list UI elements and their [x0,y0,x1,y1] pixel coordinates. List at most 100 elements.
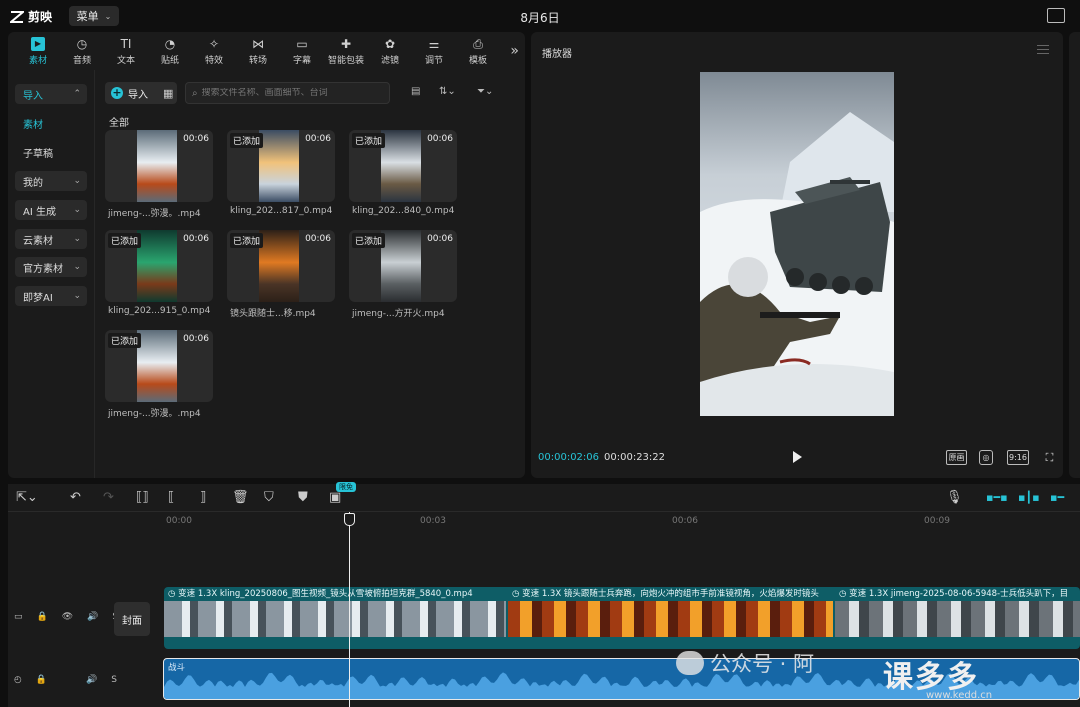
tab-label: 模板 [468,55,487,66]
tab-template[interactable]: ⎙ 模板 [456,32,500,70]
video-clip-2[interactable] [508,601,833,637]
tab-media[interactable]: ▶ 素材 [16,32,60,70]
sidebar-item-jimeng[interactable]: 即梦AI ⌄ [15,286,87,306]
tab-subtitle[interactable]: ▭ 字幕 [280,32,324,70]
lock-icon[interactable]: 🔒 [36,675,47,685]
tab-label: 文本 [116,55,135,66]
filter-icon[interactable]: ⏷⌄ [477,86,493,97]
media-content: + 导入 ▦ ⌕ ▤ ⇅⌄ ⏷⌄ 全部 00:06 jimeng-...弥漫。.m… [95,70,525,478]
tab-audio[interactable]: ◷ 音频 [60,32,104,70]
tab-sticker[interactable]: ◔ 贴纸 [148,32,192,70]
link-main-track-icon[interactable]: ▪━▪ [986,490,1008,506]
grid-view-icon[interactable]: ▤ [411,86,420,97]
added-badge: 已添加 [108,233,142,248]
fullscreen-icon[interactable]: ⛶ [1043,450,1056,465]
media-thumbnail [137,330,177,402]
tab-smart-pack[interactable]: ✚ 智能包装 [324,32,368,70]
split-icon[interactable]: ⟦⟧ [136,490,149,506]
eye-icon[interactable]: 👁 [62,612,73,622]
qr-grid-icon[interactable]: ▦ [163,87,173,100]
undo-icon[interactable]: ↶ [70,490,81,506]
sidebar-item-material[interactable]: 素材 [15,113,87,133]
tab-label: 特效 [204,55,223,66]
media-duration: 00:06 [183,234,209,244]
media-card[interactable]: 00:06 [105,130,213,202]
playhead-handle[interactable] [344,513,355,526]
media-duration: 00:06 [427,134,453,144]
tab-transition[interactable]: ⋈ 转场 [236,32,280,70]
total-time: 00:00:23:22 [604,452,666,463]
current-time: 00:00:02:06 [538,452,600,463]
media-icon: ▶ [31,36,45,51]
tab-adjust[interactable]: ⚌ 调节 [412,32,456,70]
split-left-icon[interactable]: ⟦ [168,490,174,506]
media-card[interactable]: 00:06 已添加 [349,130,457,202]
tab-filter[interactable]: ✿ 滤镜 [368,32,412,70]
effects-icon: ✧ [208,36,220,51]
video-clip-1[interactable] [164,601,506,637]
aspect-ratio-button[interactable]: 9:16 [1007,450,1029,465]
playhead[interactable] [349,512,350,707]
media-card[interactable]: 00:06 已添加 [105,230,213,302]
chevron-down-icon: ⌄ [73,205,81,215]
play-icon[interactable] [793,451,802,463]
media-card[interactable]: 00:06 已添加 [349,230,457,302]
magnet-icon[interactable]: ▪┃▪ [1018,490,1040,506]
import-button[interactable]: + 导入 ▦ [105,82,177,104]
split-right-icon[interactable]: ⟧ [200,490,206,506]
microphone-icon[interactable]: 🎙 [946,490,963,506]
media-duration: 00:06 [183,334,209,344]
chevron-down-icon: ⌄ [73,262,81,272]
sidebar-item-official[interactable]: 官方素材 ⌄ [15,257,87,277]
sidebar-item-ai-generate[interactable]: AI 生成 ⌄ [15,200,87,220]
redo-icon[interactable]: ↷ [103,490,114,506]
player-title: 播放器 [542,49,572,60]
ruler-tick-label: 00:03 [420,516,446,526]
media-thumbnail [259,230,299,302]
ai-edit-icon[interactable]: ▣ [329,490,341,506]
wechat-icon [676,651,704,675]
media-card[interactable]: 00:06 已添加 [227,130,335,202]
fit-icon[interactable]: ◎ [979,450,993,465]
sidebar-item-cloud[interactable]: 云素材 ⌄ [15,229,87,249]
volume-icon[interactable]: 🔊 [87,612,98,622]
original-quality-button[interactable]: 原画 [946,450,967,465]
sort-icon[interactable]: ⇅⌄ [439,86,456,97]
sidebar-item-subdraft[interactable]: 子草稿 [15,142,87,162]
clip-label: ◷ 变速 1.3X jimeng-2025-08-06-5948-士兵低头趴下，… [839,589,1069,599]
text-icon: TI [120,36,132,51]
free-badge: 限免 [336,482,356,492]
time-ruler[interactable]: 00:00 00:03 00:06 00:09 [8,512,1080,532]
sidebar-item-mine[interactable]: 我的 ⌄ [15,171,87,191]
tab-text[interactable]: TI 文本 [104,32,148,70]
cover-button[interactable]: 封面 [114,602,150,636]
tab-label: 音频 [72,55,91,66]
media-card[interactable]: 00:06 已添加 [227,230,335,302]
menu-icon[interactable] [1037,45,1049,54]
plus-icon: + [111,86,123,99]
tab-label: 字幕 [292,55,311,66]
select-tool-icon[interactable]: ⇱⌄ [16,490,38,506]
chevron-down-icon: ⌄ [73,291,81,301]
more-tabs-icon[interactable]: » [510,43,519,59]
audio-track-header: ◴ 🔒 🔊 S [8,669,118,691]
solo-label[interactable]: S [111,675,117,685]
tab-label: 转场 [248,55,267,66]
volume-icon[interactable]: 🔊 [86,675,97,685]
media-card[interactable]: 00:06 已添加 [105,330,213,402]
subtitle-layout-icon[interactable] [1047,8,1065,23]
media-filename: kling_202...840_0.mp4 [352,206,455,216]
delete-icon[interactable]: 🗑 [232,490,249,506]
chevron-up-icon: ⌃ [73,89,81,99]
player-panel: 播放器 00:00:02:06 00:00:23:22 原画 ◎ 9:16 ⛶ [531,32,1063,478]
sidebar-item-import[interactable]: 导入 ⌃ [15,84,87,104]
shield-icon[interactable]: ⛊ [298,490,308,506]
lock-icon[interactable]: 🔒 [37,612,48,622]
search-input[interactable] [201,88,382,98]
project-date: 8月6日 [520,11,560,25]
mark-icon[interactable]: ⛉ [264,490,274,506]
track-type-video-icon: ▭ [14,612,23,622]
video-clip-3[interactable] [835,601,1080,637]
tab-effects[interactable]: ✧ 特效 [192,32,236,70]
linkage-icon[interactable]: ▪━ [1050,490,1064,506]
